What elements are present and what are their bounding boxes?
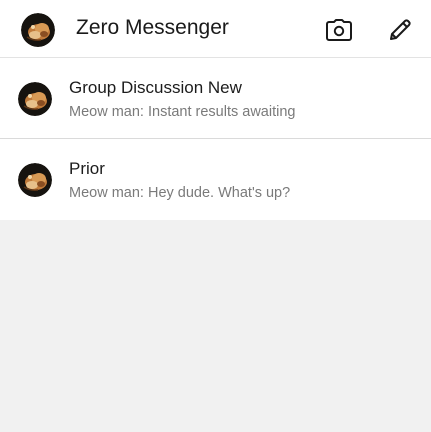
camera-button[interactable]: [325, 16, 353, 44]
conversation-list: Group Discussion New Meow man: Instant r…: [0, 58, 431, 220]
app-title: Zero Messenger: [76, 16, 229, 39]
conversation-preview: Meow man: Hey dude. What's up?: [69, 185, 291, 201]
conversation-avatar-icon: [18, 82, 52, 116]
conversation-title: Group Discussion New: [69, 78, 242, 97]
pencil-icon: [390, 19, 411, 40]
app-header: Zero Messenger: [0, 0, 431, 58]
camera-icon: [326, 19, 352, 41]
conversation-avatar-icon: [18, 163, 52, 197]
messenger-app: Zero Messenger Group Discussion New Meow…: [0, 0, 431, 432]
conversation-title: Prior: [69, 159, 105, 178]
conversation-item[interactable]: Prior Meow man: Hey dude. What's up?: [0, 139, 431, 220]
conversation-preview: Meow man: Instant results awaiting: [69, 104, 296, 120]
user-avatar-icon[interactable]: [21, 13, 55, 47]
conversation-item[interactable]: Group Discussion New Meow man: Instant r…: [0, 58, 431, 139]
compose-button[interactable]: [386, 16, 414, 44]
